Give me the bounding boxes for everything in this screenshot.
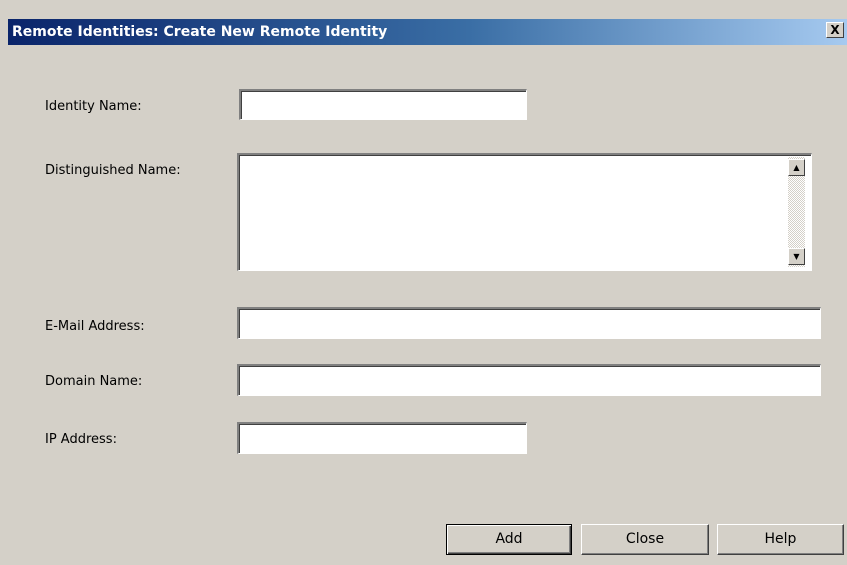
scroll-down-icon[interactable]: ▼: [788, 248, 805, 265]
scroll-up-icon[interactable]: ▲: [788, 159, 805, 176]
distinguished-name-label: Distinguished Name:: [45, 163, 181, 178]
create-remote-identity-dialog: Remote Identities: Create New Remote Ide…: [0, 0, 847, 565]
identity-name-label: Identity Name:: [45, 99, 142, 114]
help-button[interactable]: Help: [717, 524, 844, 555]
close-window-button[interactable]: X: [826, 22, 844, 38]
email-address-input[interactable]: [237, 307, 821, 339]
ip-address-input[interactable]: [237, 422, 527, 454]
domain-name-input[interactable]: [237, 364, 821, 396]
distinguished-name-scrollbar[interactable]: ▲ ▼: [788, 157, 805, 267]
title-bar-strip: Remote Identities: Create New Remote Ide…: [8, 19, 847, 45]
domain-name-label: Domain Name:: [45, 374, 143, 389]
close-button[interactable]: Close: [581, 524, 709, 555]
email-address-label: E-Mail Address:: [45, 319, 145, 334]
window-title: Remote Identities: Create New Remote Ide…: [12, 24, 388, 40]
distinguished-name-textarea[interactable]: [237, 153, 812, 271]
ip-address-label: IP Address:: [45, 432, 117, 447]
add-button[interactable]: Add: [446, 524, 572, 555]
title-bar: Remote Identities: Create New Remote Ide…: [0, 0, 847, 45]
identity-name-input[interactable]: [239, 89, 527, 120]
